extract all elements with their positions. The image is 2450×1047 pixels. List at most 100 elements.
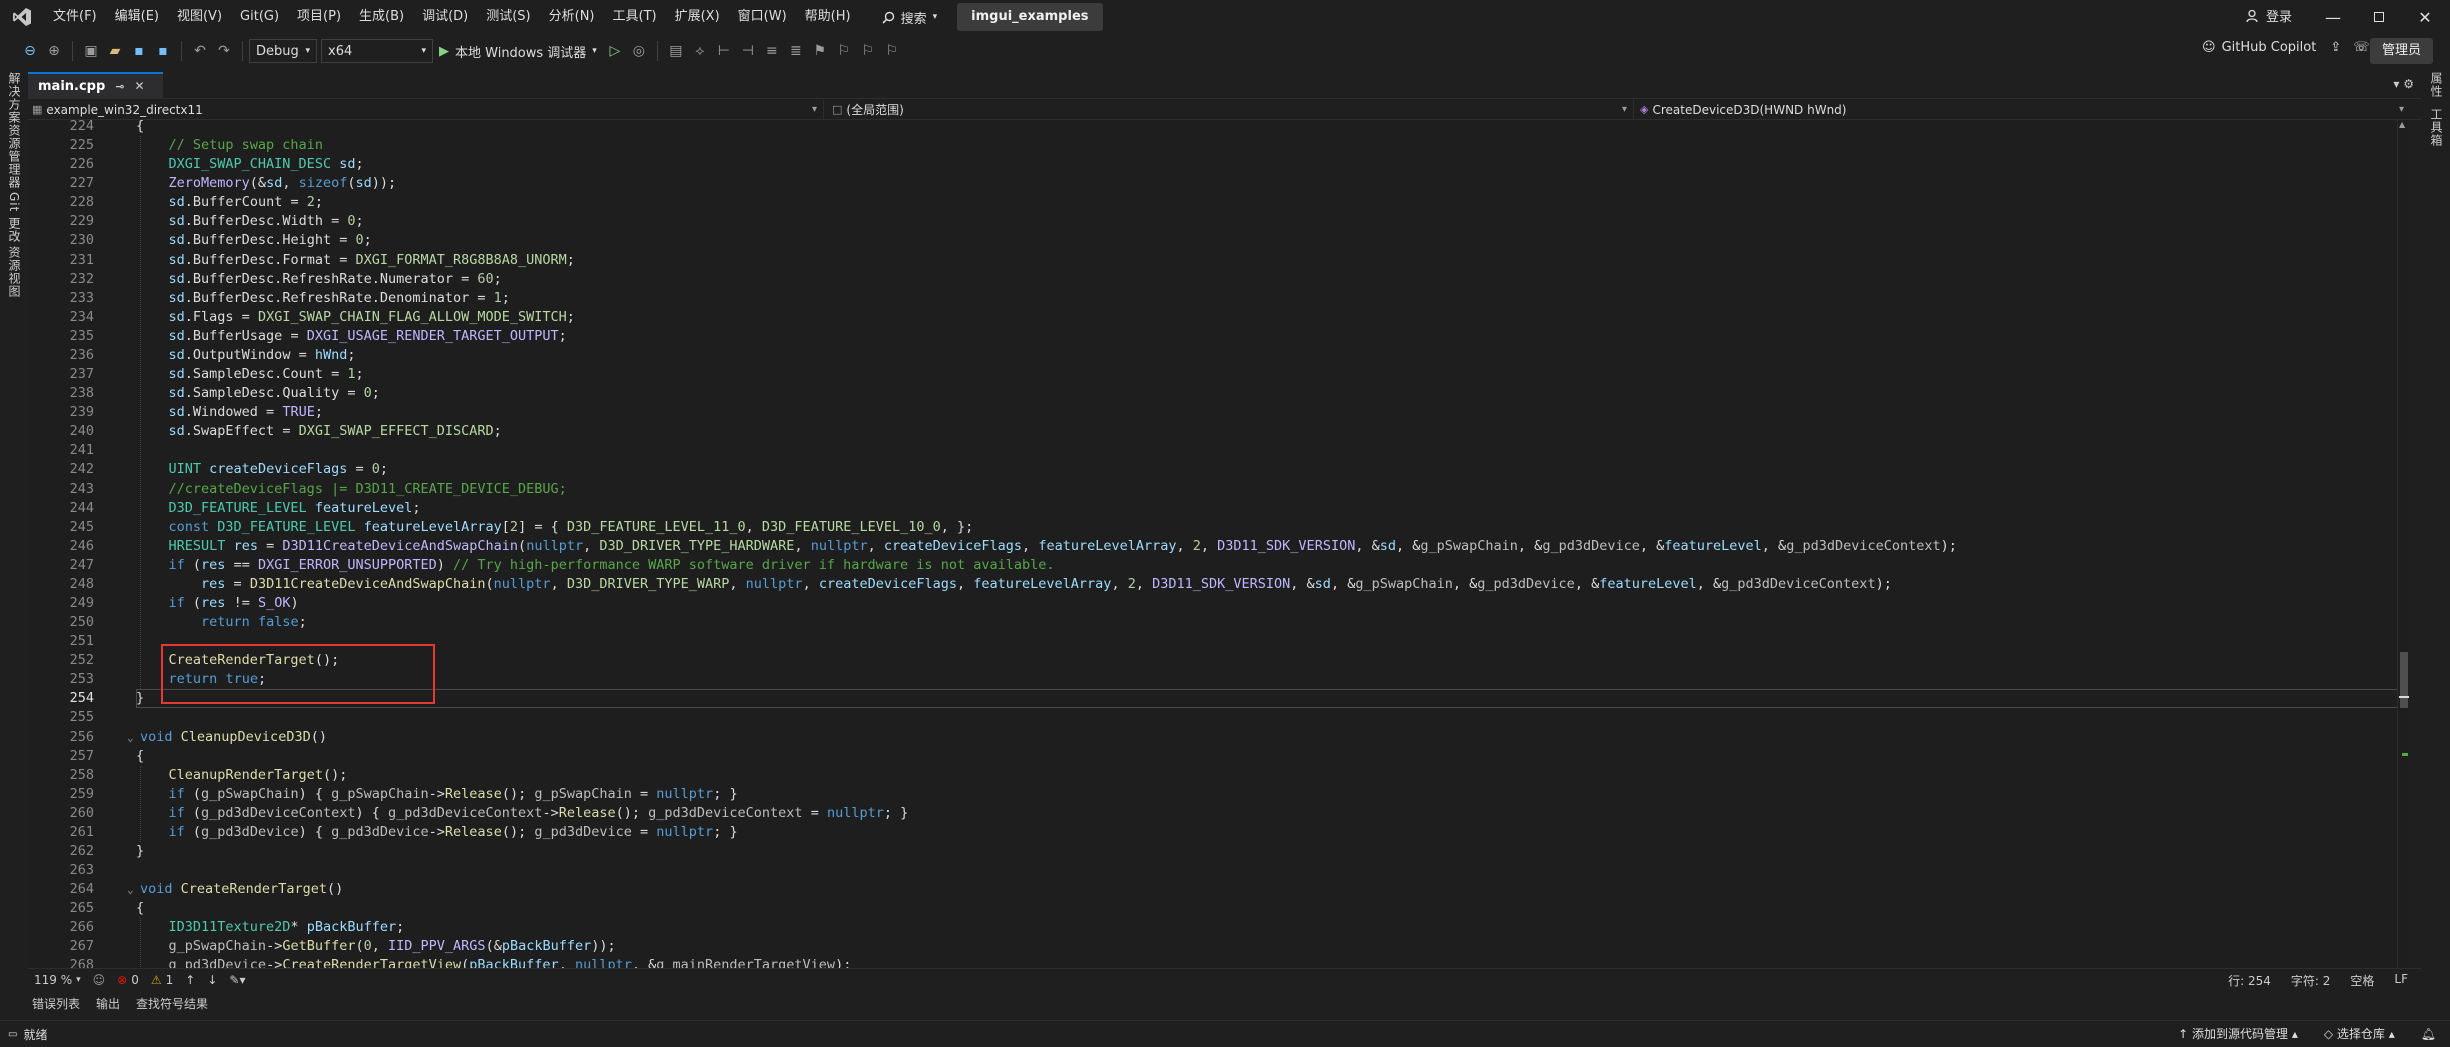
rail-tab-resource-view[interactable]: 资源视图 bbox=[6, 246, 23, 298]
code-editor[interactable]: 224{225 // Setup swap chain 226 DXGI_SWAP… bbox=[28, 120, 2406, 972]
menu-test[interactable]: 测试(S) bbox=[477, 0, 539, 34]
tab-find-symbol-results[interactable]: 查找符号结果 bbox=[136, 995, 208, 1012]
code-line[interactable]: 261 if (g_pd3dDevice) { g_pd3dDevice->Re… bbox=[28, 823, 2398, 842]
uncomment-icon[interactable]: ≣ bbox=[784, 39, 808, 63]
menu-project[interactable]: 项目(P) bbox=[288, 0, 350, 34]
code-line[interactable]: 266 ID3D11Texture2D* pBackBuffer; bbox=[28, 918, 2398, 937]
add-to-source-control-button[interactable]: ↑ 添加到源代码管理 ▴ bbox=[2178, 1025, 2298, 1042]
menu-help[interactable]: 帮助(H) bbox=[796, 0, 860, 34]
code-line[interactable]: 248 res = D3D11CreateDeviceAndSwapChain(… bbox=[28, 575, 2398, 594]
login-button[interactable]: 登录 bbox=[2246, 6, 2292, 25]
code-line[interactable]: 229 sd.BufferDesc.Width = 0; bbox=[28, 212, 2398, 231]
code-line[interactable]: 233 sd.BufferDesc.RefreshRate.Denominato… bbox=[28, 289, 2398, 308]
copilot-status-icon[interactable]: ☺ bbox=[93, 973, 106, 987]
code-line[interactable]: 236 sd.OutputWindow = hWnd; bbox=[28, 346, 2398, 365]
scrollbar-thumb[interactable] bbox=[2400, 652, 2408, 708]
rail-tab-toolbox[interactable]: 工具箱 bbox=[2428, 108, 2445, 147]
code-line[interactable]: 250 return false; bbox=[28, 613, 2398, 632]
select-repository-button[interactable]: ◇ 选择仓库 ▴ bbox=[2324, 1025, 2395, 1042]
navigate-forward-icon[interactable]: ⊕ bbox=[42, 39, 66, 63]
tab-main-cpp[interactable]: main.cpp ⊸ ✕ bbox=[28, 72, 163, 98]
undo-icon[interactable]: ↶ bbox=[188, 39, 212, 63]
code-cleanup-icon[interactable]: ✎▾ bbox=[229, 973, 245, 987]
vertical-scrollbar[interactable]: ▲ bbox=[2397, 120, 2409, 972]
rail-tab-solution-explorer[interactable]: 解决方案资源管理器 bbox=[6, 72, 23, 189]
tab-overflow-icon[interactable]: ▾ ⚙ bbox=[2393, 77, 2414, 91]
warning-count[interactable]: ⚠ 1 bbox=[151, 973, 173, 987]
menu-window[interactable]: 窗口(W) bbox=[729, 0, 796, 34]
code-line[interactable]: 244 D3D_FEATURE_LEVEL featureLevel; bbox=[28, 499, 2398, 518]
tab-output[interactable]: 输出 bbox=[96, 995, 120, 1012]
code-line[interactable]: 264 ⌄ void CreateRenderTarget() bbox=[28, 880, 2398, 899]
code-line[interactable]: 247 if (res == DXGI_ERROR_UNSUPPORTED) /… bbox=[28, 556, 2398, 575]
fold-toggle-icon[interactable]: ⌄ bbox=[127, 880, 134, 899]
maximize-button[interactable] bbox=[2356, 0, 2402, 34]
admin-badge[interactable]: 管理员 bbox=[2370, 38, 2434, 64]
code-line[interactable]: 262} bbox=[28, 842, 2398, 861]
code-line[interactable]: 239 sd.Windowed = TRUE; bbox=[28, 403, 2398, 422]
step-into-icon[interactable]: ⊣ bbox=[736, 39, 760, 63]
save-all-icon[interactable]: ▪ bbox=[151, 39, 175, 63]
hot-reload-icon[interactable]: ◎ bbox=[627, 39, 651, 63]
menu-extensions[interactable]: 扩展(X) bbox=[666, 0, 729, 34]
code-line[interactable]: 230 sd.BufferDesc.Height = 0; bbox=[28, 231, 2398, 250]
menu-build[interactable]: 生成(B) bbox=[350, 0, 413, 34]
pin-icon[interactable]: ⊸ bbox=[115, 80, 124, 93]
new-item-icon[interactable]: ▣ bbox=[79, 39, 103, 63]
comment-icon[interactable]: ≡ bbox=[760, 39, 784, 63]
code-line[interactable]: 232 sd.BufferDesc.RefreshRate.Numerator … bbox=[28, 270, 2398, 289]
code-line[interactable]: 237 sd.SampleDesc.Count = 1; bbox=[28, 365, 2398, 384]
scroll-up-icon[interactable]: ▲ bbox=[2399, 120, 2405, 129]
code-line[interactable]: 267 g_pSwapChain->GetBuffer(0, IID_PPV_A… bbox=[28, 937, 2398, 956]
code-line[interactable]: 240 sd.SwapEffect = DXGI_SWAP_EFFECT_DIS… bbox=[28, 422, 2398, 441]
code-line[interactable]: 235 sd.BufferUsage = DXGI_USAGE_RENDER_T… bbox=[28, 327, 2398, 346]
code-line[interactable]: 260 if (g_pd3dDeviceContext) { g_pd3dDev… bbox=[28, 804, 2398, 823]
indent-mode[interactable]: 空格 bbox=[2350, 972, 2374, 989]
code-line[interactable]: 225 // Setup swap chain bbox=[28, 136, 2398, 155]
previous-issue-icon[interactable]: ↑ bbox=[185, 973, 195, 987]
tab-error-list[interactable]: 错误列表 bbox=[32, 995, 80, 1012]
code-line[interactable]: 249 if (res != S_OK) bbox=[28, 594, 2398, 613]
menu-analyze[interactable]: 分析(N) bbox=[540, 0, 604, 34]
navigate-back-icon[interactable]: ⊖ bbox=[18, 39, 42, 63]
code-line[interactable]: 242 UINT createDeviceFlags = 0; bbox=[28, 460, 2398, 479]
scope-dropdown[interactable]: □ (全局范围) ▾ bbox=[824, 100, 1634, 119]
close-button[interactable]: ✕ bbox=[2402, 0, 2448, 34]
project-dropdown[interactable]: ▦ example_win32_directx11 ▾ bbox=[28, 100, 824, 119]
bookmark-clear-icon[interactable]: ⚐ bbox=[880, 39, 904, 63]
code-line[interactable]: 238 sd.SampleDesc.Quality = 0; bbox=[28, 384, 2398, 403]
bookmark-next-icon[interactable]: ⚐ bbox=[856, 39, 880, 63]
code-line[interactable]: 231 sd.BufferDesc.Format = DXGI_FORMAT_R… bbox=[28, 251, 2398, 270]
menu-tools[interactable]: 工具(T) bbox=[604, 0, 666, 34]
breakpoint-icon[interactable]: ⊢ bbox=[712, 39, 736, 63]
notifications-icon[interactable]: 🔔︎ bbox=[2421, 1027, 2436, 1041]
solution-name[interactable]: imgui_examples bbox=[957, 3, 1103, 31]
close-tab-icon[interactable]: ✕ bbox=[135, 79, 145, 93]
code-line[interactable]: 256 ⌄ void CleanupDeviceD3D() bbox=[28, 728, 2398, 747]
menu-debug[interactable]: 调试(D) bbox=[413, 0, 477, 34]
code-line[interactable]: 258 CleanupRenderTarget(); bbox=[28, 766, 2398, 785]
minimize-button[interactable]: — bbox=[2310, 0, 2356, 34]
github-copilot-button[interactable]: ☺ GitHub Copilot ⇪ ☏ bbox=[2202, 40, 2369, 55]
menu-file[interactable]: 文件(F) bbox=[44, 0, 106, 34]
open-folder-icon[interactable]: ▰ bbox=[103, 39, 127, 63]
code-line[interactable]: 226 DXGI_SWAP_CHAIN_DESC sd; bbox=[28, 155, 2398, 174]
redo-icon[interactable]: ↷ bbox=[212, 39, 236, 63]
bookmark-prev-icon[interactable]: ⚐ bbox=[832, 39, 856, 63]
code-line[interactable]: 224 { bbox=[28, 120, 2398, 136]
code-line[interactable]: 243 //createDeviceFlags |= D3D11_CREATE_… bbox=[28, 480, 2398, 499]
code-line[interactable]: 246 HRESULT res = D3D11CreateDeviceAndSw… bbox=[28, 537, 2398, 556]
code-line[interactable]: 245 const D3D_FEATURE_LEVEL featureLevel… bbox=[28, 518, 2398, 537]
menu-view[interactable]: 视图(V) bbox=[168, 0, 231, 34]
code-line[interactable]: 265 { bbox=[28, 899, 2398, 918]
start-debugging-button[interactable]: ▶ 本地 Windows 调试器 ▾ bbox=[433, 42, 603, 61]
line-ending[interactable]: LF bbox=[2394, 972, 2408, 989]
code-line[interactable]: 228 sd.BufferCount = 2; bbox=[28, 193, 2398, 212]
start-without-debugging-icon[interactable]: ▷ bbox=[603, 39, 627, 63]
save-icon[interactable]: ▪ bbox=[127, 39, 151, 63]
column-position[interactable]: 字符: 2 bbox=[2291, 972, 2331, 989]
zoom-dropdown[interactable]: 119 % ▾ bbox=[34, 973, 81, 987]
menu-edit[interactable]: 编辑(E) bbox=[106, 0, 168, 34]
rail-tab-properties[interactable]: 属性 bbox=[2428, 72, 2445, 98]
code-line[interactable]: 241 bbox=[28, 441, 2398, 460]
